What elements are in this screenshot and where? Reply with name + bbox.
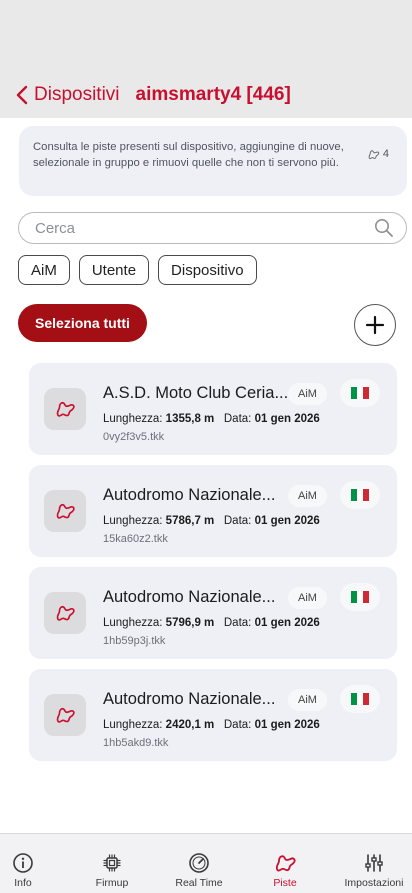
plus-icon	[365, 315, 385, 335]
chevron-left-icon	[16, 85, 28, 105]
track-name: Autodromo Nazionale...	[103, 486, 276, 504]
filter-chip-aim[interactable]: AiM	[18, 255, 70, 285]
track-card[interactable]: A.S.D. Moto Club Ceria... AiM Lunghezza:…	[29, 363, 397, 455]
track-card[interactable]: Autodromo Nazionale... AiM Lunghezza: 57…	[29, 465, 397, 557]
tab-piste[interactable]: Piste	[264, 834, 306, 893]
track-thumbnail	[44, 388, 86, 430]
search-icon[interactable]	[374, 218, 394, 238]
tab-label: Real Time	[175, 877, 223, 889]
flag-italy-icon	[340, 583, 380, 611]
tab-label: Firmup	[95, 877, 129, 889]
date-label: Data:	[223, 719, 252, 731]
back-button[interactable]: Dispositivi	[16, 84, 120, 106]
track-source-badge: AiM	[288, 485, 327, 507]
tab-info[interactable]: Info	[0, 834, 46, 893]
back-label: Dispositivi	[34, 84, 120, 105]
flag-italy-icon	[340, 685, 380, 713]
date-label: Data:	[223, 617, 252, 629]
add-track-button[interactable]	[354, 304, 396, 346]
track-icon	[56, 707, 75, 723]
flag-italy-icon	[340, 379, 380, 407]
track-meta: Lunghezza: 5786,7 m Data: 01 gen 2026	[103, 515, 320, 527]
gauge-icon	[189, 853, 209, 873]
tab-impostazioni[interactable]: Impostazioni	[338, 834, 410, 893]
track-date: 01 gen 2026	[254, 617, 320, 629]
length-label: Lunghezza:	[103, 719, 163, 731]
track-filename: 0vy2f3v5.tkk	[103, 431, 165, 443]
track-length: 5786,7 m	[165, 515, 215, 527]
tab-label: Piste	[273, 877, 297, 889]
track-source-badge: AiM	[288, 689, 327, 711]
info-card: Consulta le piste presenti sul dispositi…	[19, 126, 407, 196]
track-date: 01 gen 2026	[254, 413, 320, 425]
chip-icon	[103, 854, 121, 872]
track-name: Autodromo Nazionale...	[103, 690, 276, 708]
track-date: 01 gen 2026	[254, 719, 320, 731]
track-count-value: 4	[382, 148, 389, 160]
track-icon	[275, 855, 296, 872]
track-thumbnail	[44, 490, 86, 532]
track-count: 4	[367, 147, 389, 163]
track-icon	[56, 401, 75, 417]
tab-real-time[interactable]: Real Time	[170, 834, 228, 893]
track-thumbnail	[44, 694, 86, 736]
track-name: A.S.D. Moto Club Ceria...	[103, 384, 289, 402]
length-label: Lunghezza:	[103, 515, 163, 527]
date-label: Data:	[223, 515, 252, 527]
track-icon	[56, 605, 75, 621]
track-card[interactable]: Autodromo Nazionale... AiM Lunghezza: 24…	[29, 669, 397, 761]
search-field[interactable]	[18, 212, 407, 244]
length-label: Lunghezza:	[103, 617, 163, 629]
track-length: 2420,1 m	[165, 719, 215, 731]
track-thumbnail	[44, 592, 86, 634]
track-filename: 1hb5akd9.tkk	[103, 737, 169, 749]
track-meta: Lunghezza: 2420,1 m Data: 01 gen 2026	[103, 719, 320, 731]
page-title: aimsmarty4 [446]	[135, 84, 291, 105]
filter-chips: AiM Utente Dispositivo	[18, 255, 257, 285]
flag-italy-icon	[340, 481, 380, 509]
info-icon	[13, 853, 33, 873]
tab-bar: Info Firmup Real Time Piste Impostazioni	[0, 833, 412, 893]
date-label: Data:	[223, 413, 252, 425]
track-source-badge: AiM	[288, 383, 327, 405]
select-all-button[interactable]: Seleziona tutti	[18, 304, 147, 342]
search-input[interactable]	[35, 219, 374, 237]
filter-chip-utente[interactable]: Utente	[78, 255, 150, 285]
track-meta: Lunghezza: 5796,9 m Data: 01 gen 2026	[103, 617, 320, 629]
track-date: 01 gen 2026	[254, 515, 320, 527]
track-icon	[368, 150, 380, 160]
track-length: 1355,8 m	[165, 413, 215, 425]
track-meta: Lunghezza: 1355,8 m Data: 01 gen 2026	[103, 413, 320, 425]
filter-chip-dispositivo[interactable]: Dispositivo	[158, 255, 257, 285]
tab-label: Info	[14, 877, 32, 889]
track-filename: 15ka60z2.tkk	[103, 533, 168, 545]
navigation-bar: Dispositivi aimsmarty4 [446]	[0, 72, 412, 118]
track-source-badge: AiM	[288, 587, 327, 609]
tab-firmup[interactable]: Firmup	[86, 834, 138, 893]
sliders-icon	[365, 854, 383, 872]
track-length: 5796,9 m	[165, 617, 215, 629]
track-name: Autodromo Nazionale...	[103, 588, 276, 606]
tab-label: Impostazioni	[344, 877, 404, 889]
track-filename: 1hb59p3j.tkk	[103, 635, 166, 647]
info-text: Consulta le piste presenti sul dispositi…	[33, 141, 344, 169]
length-label: Lunghezza:	[103, 413, 163, 425]
track-icon	[56, 503, 75, 519]
track-card[interactable]: Autodromo Nazionale... AiM Lunghezza: 57…	[29, 567, 397, 659]
